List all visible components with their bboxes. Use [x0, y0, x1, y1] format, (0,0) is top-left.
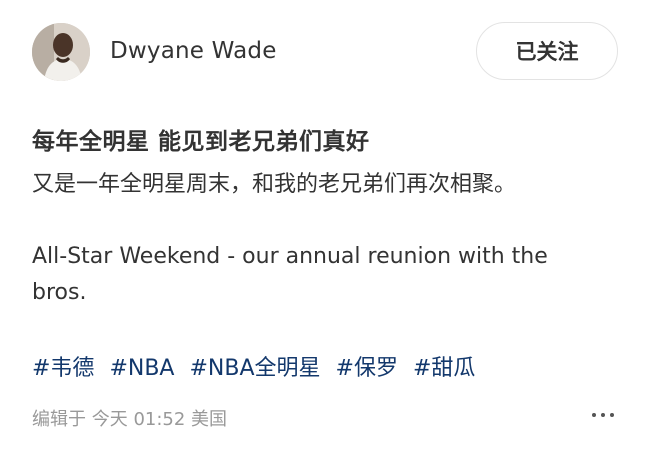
more-dots-icon[interactable] — [592, 408, 614, 422]
tag-link[interactable]: #保罗 — [336, 356, 398, 381]
tag-link[interactable]: #韦德 — [32, 356, 94, 381]
tag-link[interactable]: #NBA — [109, 356, 174, 381]
edit-meta: 编辑于 今天 01:52 美国 — [32, 409, 228, 430]
avatar[interactable] — [32, 23, 90, 81]
person-avatar-icon — [32, 23, 90, 81]
post-body: 又是一年全明星周末，和我的老兄弟们再次相聚。 All-Star Weekend … — [32, 167, 602, 311]
tag-link[interactable]: #NBA全明星 — [189, 356, 320, 381]
dot — [610, 413, 614, 417]
dot — [601, 413, 605, 417]
post-title: 每年全明星 能见到老兄弟们真好 — [32, 129, 370, 155]
tag-list: #韦德 #NBA #NBA全明星 #保罗 #甜瓜 — [32, 350, 483, 382]
body-paragraph-en: All-Star Weekend - our annual reunion wi… — [32, 244, 548, 305]
follow-button[interactable]: 已关注 — [476, 22, 618, 80]
post-header: Dwyane Wade 已关注 — [32, 22, 618, 82]
post-footer: 编辑于 今天 01:52 美国 — [32, 402, 614, 432]
dot — [592, 413, 596, 417]
author-name[interactable]: Dwyane Wade — [110, 38, 277, 64]
body-paragraph-zh: 又是一年全明星周末，和我的老兄弟们再次相聚。 — [32, 172, 517, 197]
tag-link[interactable]: #甜瓜 — [413, 356, 475, 381]
